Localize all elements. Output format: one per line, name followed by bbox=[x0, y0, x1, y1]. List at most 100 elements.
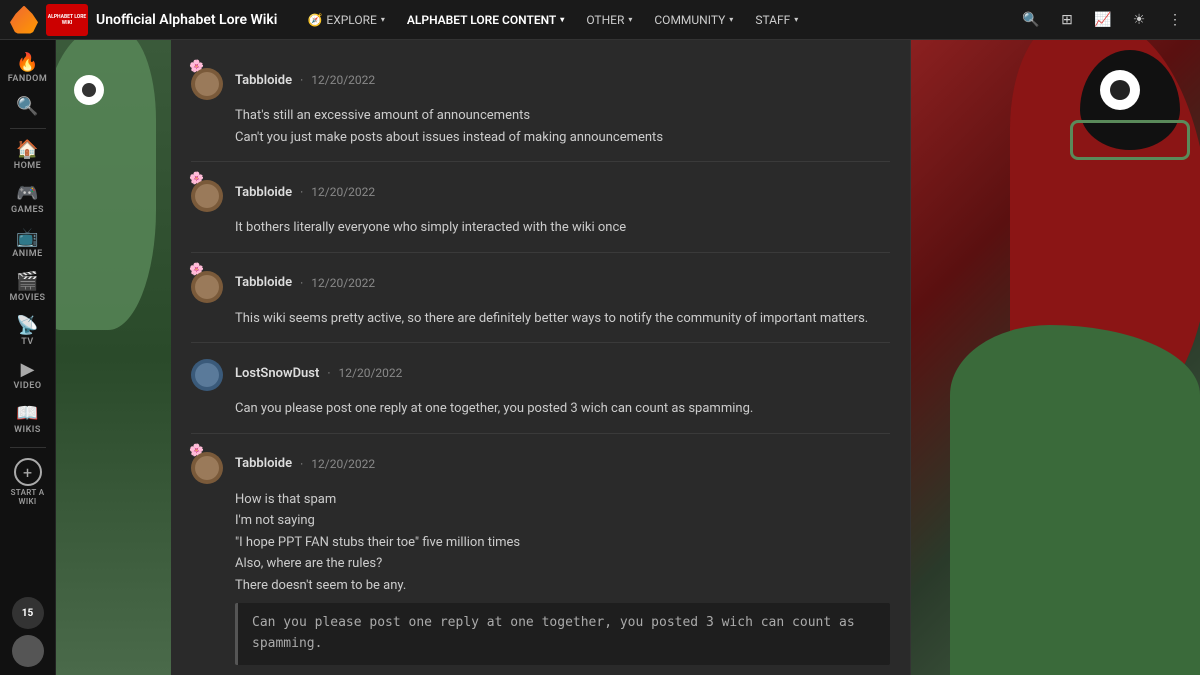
comment-2-header: 🌸 Tabbloide · 12/20/2022 bbox=[191, 174, 890, 210]
comment-1-text: That's still an excessive amount of anno… bbox=[235, 106, 890, 147]
fandom-flame-icon bbox=[10, 6, 38, 34]
cartoon-background bbox=[56, 40, 171, 675]
explore-chevron: ▾ bbox=[381, 15, 385, 24]
comment-3: 🌸 Tabbloide · 12/20/2022 This wiki seems… bbox=[191, 253, 890, 344]
rs-eye bbox=[1100, 70, 1140, 110]
main-layout: 🔥 FANDOM 🔍 🏠 HOME 🎮 GAMES 📺 ANIME 🎬 MOVI… bbox=[0, 40, 1200, 675]
sidebar-label-anime: ANIME bbox=[12, 249, 42, 259]
comment-5: 🌸 Tabbloide · 12/20/2022 How is that spa… bbox=[191, 434, 890, 675]
sidebar-item-home[interactable]: 🏠 HOME bbox=[3, 135, 53, 177]
nav-explore[interactable]: 🧭 EXPLORE ▾ bbox=[297, 8, 394, 32]
comment-4-header: LostSnowDust · 12/20/2022 bbox=[191, 355, 890, 391]
nav-community-label: COMMUNITY bbox=[654, 13, 725, 27]
sidebar-divider-1 bbox=[10, 128, 46, 129]
comment-3-avatar bbox=[191, 271, 223, 303]
wiki-logo: ALPHABET LORE WIKI bbox=[46, 4, 88, 36]
sidebar-label-home: HOME bbox=[14, 161, 42, 171]
comment-1: 🌸 Tabbloide · 12/20/2022 That's still an… bbox=[191, 50, 890, 162]
comment-4-line-1: Can you please post one reply at one tog… bbox=[235, 399, 890, 419]
sidebar-label-games: GAMES bbox=[11, 205, 44, 215]
user-avatar-sidebar[interactable] bbox=[12, 635, 44, 667]
user-tools-button[interactable]: ⊞ bbox=[1052, 5, 1082, 35]
nav-other[interactable]: OTHER ▾ bbox=[576, 8, 642, 32]
video-icon: ▶ bbox=[21, 361, 35, 379]
top-nav: ALPHABET LORE WIKI Unofficial Alphabet L… bbox=[0, 0, 1200, 40]
sidebar-item-tv[interactable]: 📡 TV bbox=[3, 311, 53, 353]
comment-3-timestamp: 12/20/2022 bbox=[311, 276, 375, 290]
comment-1-header: 🌸 Tabbloide · 12/20/2022 bbox=[191, 62, 890, 98]
anime-icon: 📺 bbox=[16, 229, 38, 247]
comment-4-text: Can you please post one reply at one tog… bbox=[235, 399, 890, 419]
nav-alphabet-lore[interactable]: ALPHABET LORE CONTENT ▾ bbox=[397, 8, 574, 32]
comment-3-username: Tabbloide bbox=[235, 275, 292, 290]
rs-cartoon bbox=[911, 40, 1200, 675]
comment-1-username: Tabbloide bbox=[235, 73, 292, 88]
sidebar-item-games[interactable]: 🎮 GAMES bbox=[3, 179, 53, 221]
sidebar-item-video[interactable]: ▶ VIDEO bbox=[3, 355, 53, 397]
left-sidebar: 🔥 FANDOM 🔍 🏠 HOME 🎮 GAMES 📺 ANIME 🎬 MOVI… bbox=[0, 40, 56, 675]
comment-1-body: That's still an excessive amount of anno… bbox=[235, 106, 890, 147]
comment-thread: 🌸 Tabbloide · 12/20/2022 That's still an… bbox=[171, 40, 910, 675]
comment-5-quote: Can you please post one reply at one tog… bbox=[235, 603, 890, 665]
comment-5-line-3: "I hope PPT FAN stubs their toe" five mi… bbox=[235, 533, 890, 553]
comment-3-text: This wiki seems pretty active, so there … bbox=[235, 309, 890, 329]
sidebar-item-anime[interactable]: 📺 ANIME bbox=[3, 223, 53, 265]
comment-2-timestamp: 12/20/2022 bbox=[311, 185, 375, 199]
more-button[interactable]: ⋮ bbox=[1160, 5, 1190, 35]
theme-button[interactable]: ☀ bbox=[1124, 5, 1154, 35]
comment-5-username: Tabbloide bbox=[235, 456, 292, 471]
explore-icon: 🧭 bbox=[307, 13, 322, 27]
search-button[interactable]: 🔍 bbox=[1016, 5, 1046, 35]
nav-right: 🔍 ⊞ 📈 ☀ ⋮ bbox=[1016, 5, 1190, 35]
comment-3-body: This wiki seems pretty active, so there … bbox=[235, 309, 890, 329]
comment-5-header: 🌸 Tabbloide · 12/20/2022 bbox=[191, 446, 890, 482]
rs-glasses bbox=[1070, 120, 1190, 160]
comment-5-timestamp: 12/20/2022 bbox=[311, 457, 375, 471]
comment-1-timestamp: 12/20/2022 bbox=[311, 73, 375, 87]
chart-button[interactable]: 📈 bbox=[1088, 5, 1118, 35]
tv-icon: 📡 bbox=[16, 317, 38, 335]
comment-2-body: It bothers literally everyone who simply… bbox=[235, 218, 890, 238]
notification-badge[interactable]: 15 bbox=[12, 597, 44, 629]
sidebar-start-wiki[interactable]: + START A WIKI bbox=[3, 454, 53, 510]
bg-left-panel bbox=[56, 40, 171, 675]
comment-1-line-2: Can't you just make posts about issues i… bbox=[235, 128, 890, 148]
comment-2-dot: · bbox=[300, 185, 303, 199]
sidebar-divider-2 bbox=[10, 447, 46, 448]
sidebar-label-tv: TV bbox=[21, 337, 33, 347]
nav-explore-label: EXPLORE bbox=[326, 13, 376, 27]
wikis-icon: 📖 bbox=[16, 405, 38, 423]
comment-1-line-1: That's still an excessive amount of anno… bbox=[235, 106, 890, 126]
comment-3-line-1: This wiki seems pretty active, so there … bbox=[235, 309, 890, 329]
staff-chevron: ▾ bbox=[794, 15, 798, 24]
nav-items: 🧭 EXPLORE ▾ ALPHABET LORE CONTENT ▾ OTHE… bbox=[297, 8, 1006, 32]
sidebar-item-search[interactable]: 🔍 bbox=[3, 92, 53, 122]
right-sidebar-image bbox=[911, 40, 1200, 675]
other-chevron: ▾ bbox=[628, 15, 632, 24]
comment-1-avatar-wrapper: 🌸 bbox=[191, 62, 227, 98]
comment-2: 🌸 Tabbloide · 12/20/2022 It bothers lite… bbox=[191, 162, 890, 253]
sidebar-label-video: VIDEO bbox=[13, 381, 41, 391]
games-icon: 🎮 bbox=[16, 185, 38, 203]
comment-4: LostSnowDust · 12/20/2022 Can you please… bbox=[191, 343, 890, 434]
comment-5-text: How is that spam I'm not saying "I hope … bbox=[235, 490, 890, 596]
comment-4-avatar bbox=[191, 359, 223, 391]
cartoon-eye bbox=[74, 75, 104, 105]
nav-community[interactable]: COMMUNITY ▾ bbox=[644, 8, 743, 32]
comment-3-avatar-wrapper: 🌸 bbox=[191, 265, 227, 301]
comment-2-line-1: It bothers literally everyone who simply… bbox=[235, 218, 890, 238]
sidebar-item-movies[interactable]: 🎬 MOVIES bbox=[3, 267, 53, 309]
comment-2-text: It bothers literally everyone who simply… bbox=[235, 218, 890, 238]
sidebar-bottom: 15 bbox=[12, 597, 44, 667]
sidebar-label-movies: MOVIES bbox=[10, 293, 46, 303]
notif-count: 15 bbox=[22, 608, 33, 619]
comment-4-avatar-wrapper bbox=[191, 355, 227, 391]
nav-staff[interactable]: STAFF ▾ bbox=[745, 8, 808, 32]
sidebar-item-wikis[interactable]: 📖 WIKIS bbox=[3, 399, 53, 441]
comment-1-avatar bbox=[191, 68, 223, 100]
comment-5-body: How is that spam I'm not saying "I hope … bbox=[235, 490, 890, 675]
cartoon-body-shape bbox=[56, 40, 156, 330]
comment-3-header: 🌸 Tabbloide · 12/20/2022 bbox=[191, 265, 890, 301]
sidebar-item-fandom[interactable]: 🔥 FANDOM bbox=[3, 48, 53, 90]
fandom-icon: 🔥 bbox=[16, 54, 38, 72]
